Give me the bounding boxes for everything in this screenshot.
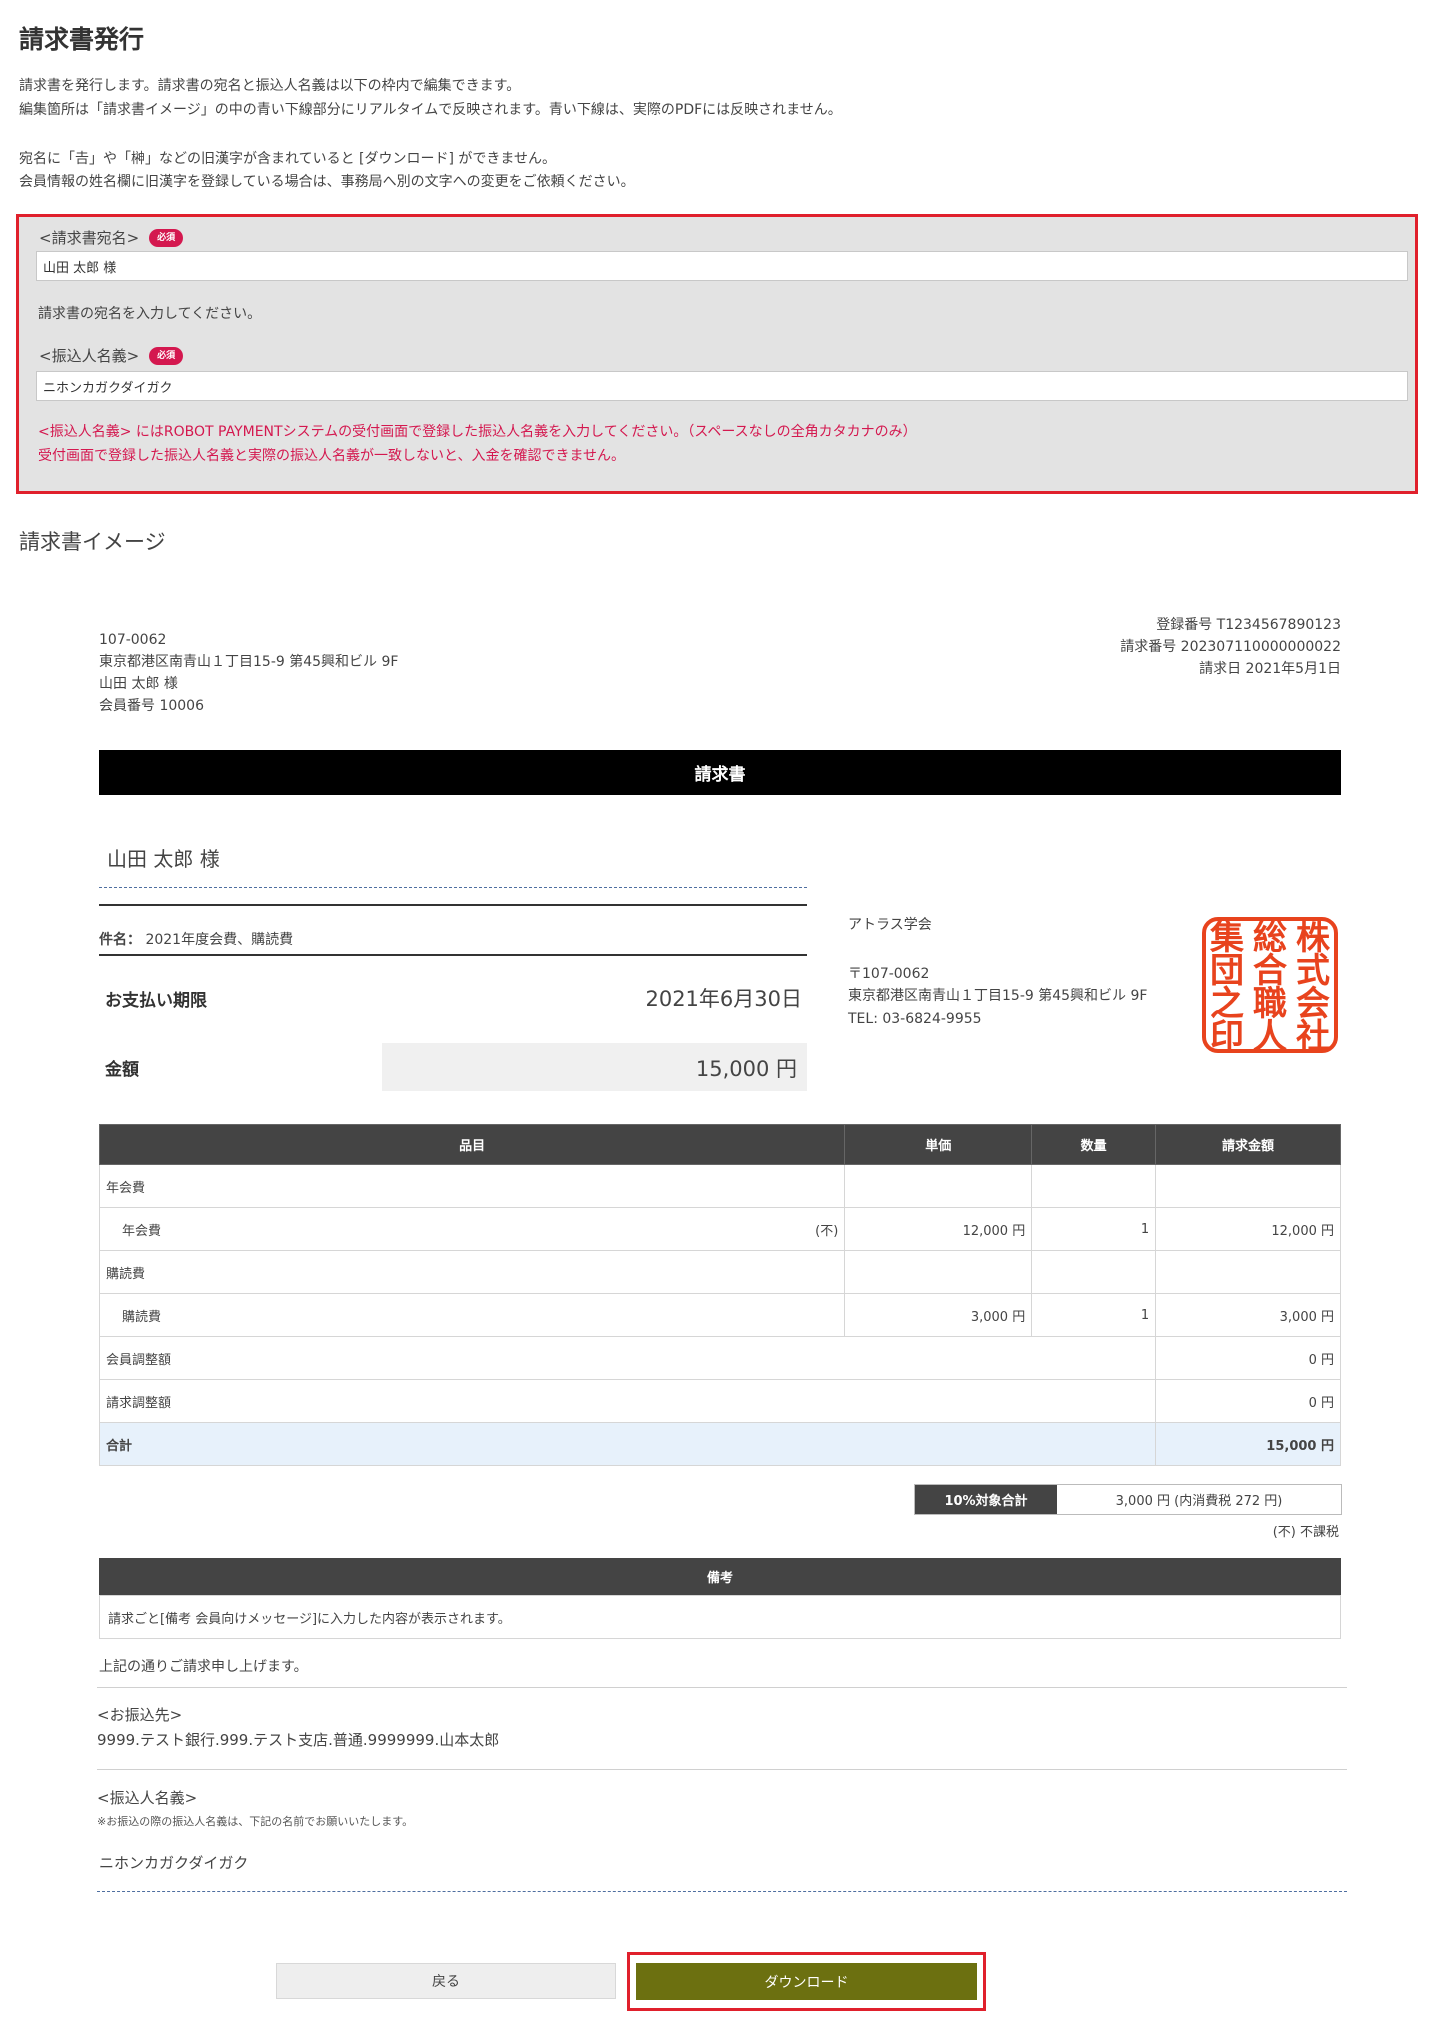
table-row: 年会費 (98, 1164, 1341, 1208)
row-price: 3,000 円 (844, 1293, 1033, 1337)
row-item: 請求調整額 (98, 1379, 1157, 1423)
row-item: 年会費 (98, 1164, 846, 1208)
table-row: 購読費 3,000 円 1 3,000 円 (98, 1293, 1341, 1337)
addressee-input[interactable] (36, 251, 1408, 281)
seal-glyph: 人 (1253, 1017, 1287, 1055)
invoice-date: 請求日 2021年5月1日 (1199, 661, 1341, 677)
divider (97, 1769, 1347, 1770)
invoice-title-bar: 請求書 (99, 750, 1341, 795)
row-amount: 3,000 円 (1155, 1293, 1341, 1337)
tax-summary: 10%対象合計 3,000 円 (内消費税 272 円) (914, 1484, 1342, 1515)
payer-name-field: ニホンカガクダイガク (97, 1845, 1347, 1892)
bank-label: <お振込先> (97, 1706, 183, 1724)
table-row: 年会費 (不) 12,000 円 1 12,000 円 (98, 1207, 1341, 1251)
addressee-field: 山田 太郎 様 (99, 843, 807, 888)
company-seal-icon: 株総集式合団会職之社人印 (1202, 917, 1338, 1055)
page-title: 請求書発行 (19, 25, 145, 54)
issuer-postal: 〒107-0062 (848, 966, 930, 982)
row-qty: 1 (1031, 1207, 1157, 1251)
addressee-label-row: <請求書宛名> 必須 (39, 227, 184, 248)
back-button[interactable]: 戻る (276, 1963, 616, 1999)
row-item-cell: 年会費 (不) (98, 1207, 846, 1251)
payer-section-note: ※お振込の際の振込人名義は、下記の名前でお願いいたします。 (97, 1815, 414, 1828)
invoice-number: 請求番号 202307110000000022 (1120, 639, 1341, 655)
row-tax-note: (不) (815, 1223, 839, 1239)
payer-label-row: <振込人名義> 必須 (39, 345, 184, 366)
total-label: 合計 (98, 1422, 1157, 1466)
seal-glyph: 社 (1296, 1017, 1330, 1055)
payer-note-1: <振込人名義> にはROBOT PAYMENTシステムの受付画面で登録した振込人… (38, 424, 917, 440)
table-row: 会員調整額 0 円 (98, 1336, 1341, 1380)
column-header-qty: 数量 (1031, 1124, 1157, 1165)
table-total-row: 合計 15,000 円 (98, 1422, 1341, 1466)
invoice-addressee: 山田 太郎 様 (107, 847, 220, 871)
invoice-title: 請求書 (694, 765, 746, 785)
subject-row: 件名： 2021年度会費、購読費 (99, 929, 293, 949)
invoice-items-table: 品目 単価 数量 請求金額 年会費 年会費 (不) 12,000 円 1 12,… (98, 1124, 1341, 1466)
subject-label: 件名： (99, 932, 141, 948)
payer-label: <振込人名義> (39, 347, 140, 365)
intro-line-1: 請求書を発行します。請求書の宛名と振込人名義は以下の枠内で編集できます。 (19, 78, 521, 94)
intro-line-3: 宛名に「𠮷」や「榊」などの旧漢字が含まれていると [ダウンロード] ができません… (19, 151, 556, 167)
tax-label: 10%対象合計 (915, 1485, 1057, 1514)
intro-line-2: 編集箇所は「請求書イメージ」の中の青い下線部分にリアルタイムで反映されます。青い… (19, 102, 842, 118)
bank-value: 9999.テスト銀行.999.テスト支店.普通.9999999.山本太郎 (97, 1731, 500, 1749)
amount-value: 15,000 円 (695, 1057, 797, 1081)
row-item: 会員調整額 (98, 1336, 1157, 1380)
total-amount: 15,000 円 (1155, 1422, 1341, 1466)
row-item: 購読費 (98, 1250, 846, 1294)
divider (99, 904, 807, 906)
column-header-item: 品目 (98, 1124, 846, 1165)
intro-line-4: 会員情報の姓名欄に旧漢字を登録している場合は、事務局へ別の文字への変更をご依頼く… (19, 174, 635, 190)
seal-glyph: 印 (1210, 1017, 1244, 1055)
recipient-member-no: 会員番号 10006 (99, 698, 204, 714)
tax-value: 3,000 円 (内消費税 272 円) (1115, 1494, 1283, 1509)
due-value: 2021年6月30日 (645, 987, 802, 1011)
remarks-label: 備考 (706, 1571, 733, 1586)
remarks-text: 請求ごと[備考 会員向けメッセージ]に入力した内容が表示されます。 (108, 1611, 511, 1627)
download-button[interactable]: ダウンロード (636, 1963, 977, 2000)
row-amount: 0 円 (1155, 1336, 1341, 1380)
issuer-name: アトラス学会 (848, 917, 932, 933)
required-badge: 必須 (149, 228, 184, 247)
issuer-tel: TEL: 03-6824-9955 (848, 1011, 982, 1027)
tax-exempt-note: (不) 不課税 (1272, 1525, 1339, 1540)
payer-name-input[interactable] (36, 371, 1408, 401)
closing-text: 上記の通りご請求申し上げます。 (99, 1659, 308, 1675)
column-header-amount: 請求金額 (1155, 1124, 1341, 1165)
table-header-row: 品目 単価 数量 請求金額 (98, 1124, 1341, 1165)
recipient-address: 東京都港区南青山１丁目15-9 第45興和ビル 9F (99, 654, 399, 670)
divider (97, 1687, 1347, 1688)
required-badge: 必須 (149, 346, 184, 365)
registration-number: 登録番号 T1234567890123 (1156, 617, 1341, 633)
payer-name-value: ニホンカガクダイガク (99, 1854, 249, 1872)
row-item: 年会費 (122, 1223, 162, 1239)
subject-value: 2021年度会費、購読費 (145, 932, 294, 948)
table-row: 請求調整額 0 円 (98, 1379, 1341, 1423)
row-price: 12,000 円 (844, 1207, 1033, 1251)
payer-section-label: <振込人名義> (97, 1789, 198, 1807)
remarks-header: 備考 (99, 1558, 1341, 1595)
amount-label: 金額 (105, 1060, 139, 1080)
payer-note-2: 受付画面で登録した振込人名義と実際の振込人名義が一致しないと、入金を確認できませ… (38, 448, 626, 464)
table-row: 購読費 (98, 1250, 1341, 1294)
edit-panel: <請求書宛名> 必須 請求書の宛名を入力してください。 <振込人名義> 必須 <… (16, 214, 1418, 494)
addressee-help: 請求書の宛名を入力してください。 (38, 306, 262, 322)
preview-heading: 請求書イメージ (19, 530, 166, 554)
recipient-name: 山田 太郎 様 (99, 676, 178, 692)
column-header-price: 単価 (844, 1124, 1033, 1165)
amount-box: 15,000 円 (382, 1043, 807, 1091)
row-qty: 1 (1031, 1293, 1157, 1337)
row-amount: 0 円 (1155, 1379, 1341, 1423)
divider (99, 954, 807, 956)
recipient-postal: 107-0062 (99, 632, 167, 648)
due-label: お支払い期限 (105, 991, 207, 1011)
addressee-label: <請求書宛名> (39, 229, 140, 247)
row-amount: 12,000 円 (1155, 1207, 1341, 1251)
remarks-body: 請求ごと[備考 会員向けメッセージ]に入力した内容が表示されます。 (99, 1595, 1341, 1639)
issuer-address: 東京都港区南青山１丁目15-9 第45興和ビル 9F (848, 988, 1148, 1004)
row-item: 購読費 (98, 1293, 846, 1337)
